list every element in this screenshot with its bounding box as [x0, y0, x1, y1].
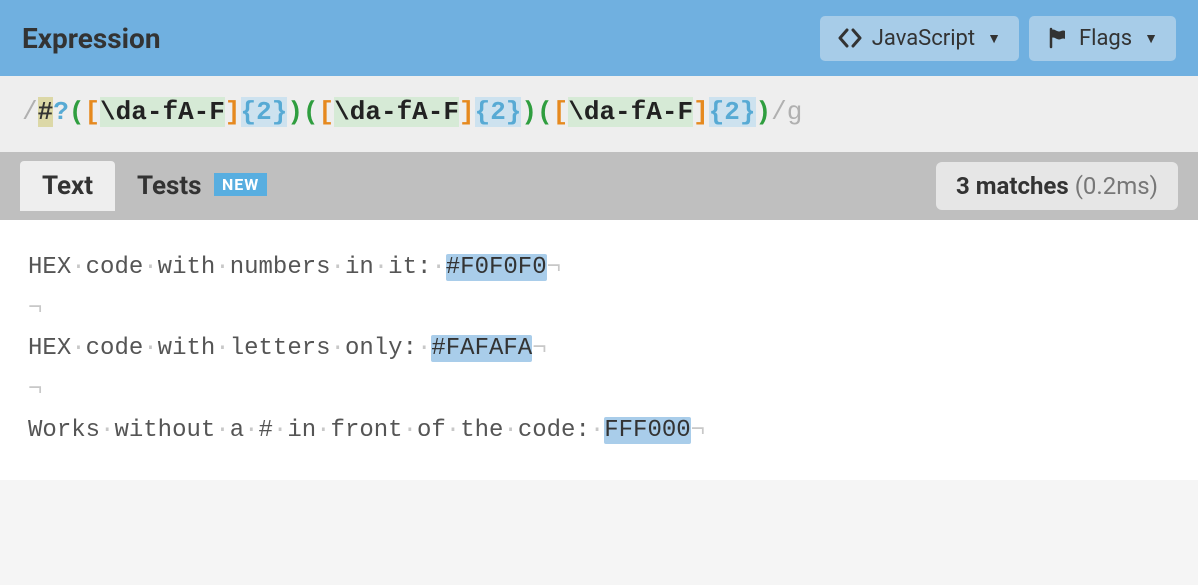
tab-text[interactable]: Text	[20, 161, 115, 211]
tok-range-AF: A-F	[412, 97, 459, 127]
tok-esc-d: \d	[568, 97, 599, 127]
tok-set-close: ]	[693, 97, 709, 127]
tok-quant: {2}	[475, 97, 522, 127]
eol-marker: ¬	[28, 295, 42, 322]
whitespace-dot: ·	[316, 417, 330, 444]
flavor-button[interactable]: JavaScript ▼	[820, 16, 1019, 61]
tabs: Text Tests NEW	[20, 161, 289, 211]
whitespace-dot: ·	[71, 335, 85, 362]
eol-marker: ¬	[532, 335, 546, 362]
tok-optional: ?	[53, 97, 69, 127]
whitespace-dot: ·	[244, 417, 258, 444]
tok-literal-hash: #	[38, 97, 54, 127]
whitespace-dot: ·	[215, 254, 229, 281]
header-buttons: JavaScript ▼ Flags ▼	[820, 16, 1176, 61]
test-line: HEX·code·with·numbers·in·it:·#F0F0F0¬	[28, 248, 1170, 289]
whitespace-dot: ·	[100, 417, 114, 444]
whitespace-dot: ·	[417, 335, 431, 362]
tok-esc-d: \d	[334, 97, 365, 127]
eol-marker: ¬	[547, 254, 561, 281]
tok-group-close: )	[756, 97, 772, 127]
eol-marker: ¬	[28, 376, 42, 403]
tok-set-close: ]	[225, 97, 241, 127]
tok-quant: {2}	[709, 97, 756, 127]
tok-set-open: [	[553, 97, 569, 127]
whitespace-dot: ·	[273, 417, 287, 444]
regex-close-delim: /	[771, 97, 787, 127]
match-summary[interactable]: 3 matches (0.2ms)	[936, 162, 1178, 210]
whitespace-dot: ·	[431, 254, 445, 281]
test-input[interactable]: HEX·code·with·numbers·in·it:·#F0F0F0¬¬HE…	[0, 220, 1198, 480]
whitespace-dot: ·	[331, 254, 345, 281]
tok-group-open: (	[69, 97, 85, 127]
chevron-down-icon: ▼	[1144, 30, 1158, 47]
tok-range-AF: A-F	[178, 97, 225, 127]
regex-open-delim: /	[22, 97, 38, 127]
regex-flags: g	[787, 97, 803, 127]
tok-quant: {2}	[241, 97, 288, 127]
new-badge: NEW	[214, 173, 267, 196]
tok-set-close: ]	[459, 97, 475, 127]
tok-set-open: [	[84, 97, 100, 127]
match-timing: (0.2ms)	[1075, 172, 1158, 200]
whitespace-dot: ·	[503, 417, 517, 444]
whitespace-dot: ·	[143, 335, 157, 362]
tab-tests[interactable]: Tests NEW	[115, 161, 289, 211]
tok-group-close: )	[287, 97, 303, 127]
match-highlight: FFF000	[604, 417, 690, 444]
test-line: ¬	[28, 289, 1170, 330]
tok-esc-d: \d	[100, 97, 131, 127]
whitespace-dot: ·	[215, 417, 229, 444]
tok-group-open: (	[537, 97, 553, 127]
match-highlight: #F0F0F0	[446, 254, 547, 281]
tab-bar: Text Tests NEW 3 matches (0.2ms)	[0, 152, 1198, 220]
flavor-label: JavaScript	[872, 26, 975, 51]
whitespace-dot: ·	[143, 254, 157, 281]
whitespace-dot: ·	[374, 254, 388, 281]
tok-group-open: (	[303, 97, 319, 127]
whitespace-dot: ·	[331, 335, 345, 362]
tok-range-AF: A-F	[646, 97, 693, 127]
test-line: Works·without·a·#·in·front·of·the·code:·…	[28, 411, 1170, 452]
whitespace-dot: ·	[71, 254, 85, 281]
whitespace-dot: ·	[215, 335, 229, 362]
match-highlight: #FAFAFA	[431, 335, 532, 362]
code-icon	[838, 28, 862, 48]
flags-label: Flags	[1079, 26, 1132, 51]
expression-input[interactable]: /#?([\da-fA-F]{2})([\da-fA-F]{2})([\da-f…	[0, 76, 1198, 152]
match-count: 3 matches	[956, 172, 1069, 200]
chevron-down-icon: ▼	[987, 30, 1001, 47]
header-bar: Expression JavaScript ▼ Flags ▼	[0, 0, 1198, 76]
tok-range-af: a-f	[365, 97, 412, 127]
page-title: Expression	[22, 22, 161, 55]
tok-range-af: a-f	[131, 97, 178, 127]
tok-range-af: a-f	[599, 97, 646, 127]
flag-icon	[1047, 27, 1069, 49]
flags-button[interactable]: Flags ▼	[1029, 16, 1176, 61]
tok-group-close: )	[521, 97, 537, 127]
test-line: ¬	[28, 370, 1170, 411]
tok-set-open: [	[319, 97, 335, 127]
test-line: HEX·code·with·letters·only:·#FAFAFA¬	[28, 329, 1170, 370]
whitespace-dot: ·	[403, 417, 417, 444]
eol-marker: ¬	[691, 417, 705, 444]
tab-tests-label: Tests	[137, 171, 202, 201]
whitespace-dot: ·	[446, 417, 460, 444]
whitespace-dot: ·	[590, 417, 604, 444]
